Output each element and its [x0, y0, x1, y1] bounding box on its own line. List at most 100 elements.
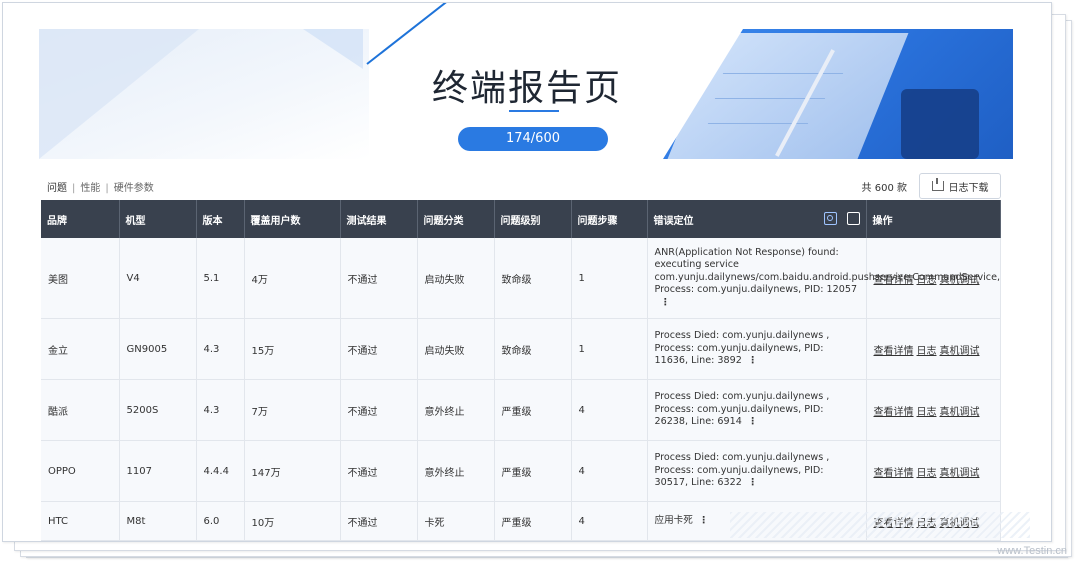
col-level: 问题级别 — [494, 200, 572, 238]
col-model: 机型 — [119, 200, 197, 238]
cell-result: 不通过 — [340, 379, 418, 441]
cell-result: 不通过 — [340, 501, 418, 541]
progress-badge: 174/600 — [458, 127, 608, 151]
cell-category: 启动失败 — [417, 318, 495, 380]
cell-step: 1 — [571, 318, 648, 380]
log-link[interactable]: 日志 — [917, 275, 937, 286]
cell-version: 4.3 — [196, 379, 245, 441]
cell-brand: OPPO — [41, 440, 120, 502]
log-link[interactable]: 日志 — [917, 468, 937, 479]
more-icon[interactable]: ⋮ — [661, 297, 671, 310]
more-icon[interactable]: ⋮ — [748, 355, 758, 368]
cell-step: 4 — [571, 379, 648, 441]
error-text: 应用卡死 — [654, 514, 693, 526]
cell-result: 不通过 — [340, 318, 418, 380]
cell-model: M8t — [119, 501, 197, 541]
cell-version: 4.3 — [196, 318, 245, 380]
cell-error: Process Died: com.yunju.dailynews , Proc… — [647, 379, 867, 441]
view-details-link[interactable]: 查看详情 — [874, 407, 914, 418]
cell-error: ANR(Application Not Response) found: exe… — [647, 238, 1000, 319]
screenshot-icon[interactable] — [823, 212, 837, 225]
col-users: 覆盖用户数 — [244, 200, 341, 238]
report-toolbar: 问题 | 性能 | 硬件参数 共 600 款 日志下载 — [39, 171, 1003, 201]
log-link[interactable]: 日志 — [917, 346, 937, 357]
cell-actions: 查看详情日志真机调试 — [866, 440, 1001, 502]
cell-version: 4.4.4 — [196, 440, 245, 502]
page-title: 终端报告页 — [431, 68, 622, 109]
cell-brand: 美图 — [41, 238, 120, 319]
real-device-debug-link[interactable]: 真机调试 — [940, 407, 980, 418]
cell-step: 4 — [571, 501, 648, 541]
cell-error: Process Died: com.yunju.dailynews , Proc… — [647, 318, 867, 380]
cell-version: 6.0 — [196, 501, 245, 541]
error-text: Process Died: com.yunju.dailynews , Proc… — [654, 330, 830, 367]
log-download-button[interactable]: 日志下载 — [919, 173, 1001, 199]
view-details-link[interactable]: 查看详情 — [874, 275, 914, 286]
error-text: Process Died: com.yunju.dailynews , Proc… — [654, 452, 830, 489]
more-icon[interactable]: ⋮ — [699, 515, 709, 528]
issue-table: 品牌 机型 版本 覆盖用户数 测试结果 问题分类 问题级别 问题步骤 错误定位 … — [41, 200, 1001, 541]
cell-brand: 金立 — [41, 318, 120, 380]
col-actions: 操作 — [866, 200, 1001, 238]
cell-step: 1 — [571, 238, 648, 319]
cell-actions: 查看详情日志真机调试 — [866, 379, 1001, 441]
tab-hardware[interactable]: 硬件参数 — [114, 183, 154, 194]
cell-actions: 查看详情日志真机调试 — [866, 238, 1001, 319]
cell-model: 1107 — [119, 440, 197, 502]
real-device-debug-link[interactable]: 真机调试 — [940, 346, 980, 357]
cell-level: 致命级 — [494, 238, 572, 319]
title-underline — [509, 110, 559, 112]
col-result: 测试结果 — [340, 200, 418, 238]
more-icon[interactable]: ⋮ — [748, 416, 758, 429]
tab-performance[interactable]: 性能 — [80, 183, 100, 194]
cell-category: 意外终止 — [417, 440, 495, 502]
log-link[interactable]: 日志 — [917, 407, 937, 418]
tab-issues[interactable]: 问题 — [47, 183, 67, 194]
error-text: Process Died: com.yunju.dailynews , Proc… — [654, 391, 830, 428]
cell-category: 卡死 — [417, 501, 495, 541]
cell-brand: HTC — [41, 501, 120, 541]
cell-users: 15万 — [244, 318, 341, 380]
col-brand: 品牌 — [41, 200, 120, 238]
header-banner: 终端报告页 174/600 — [3, 3, 1051, 161]
view-details-link[interactable]: 查看详情 — [874, 346, 914, 357]
cell-brand: 酷派 — [41, 379, 120, 441]
watermark: www.Testin.cn — [997, 545, 1067, 557]
table-row: OPPO 1107 4.4.4 147万 不通过 意外终止 严重级 4 Process Died… — [41, 440, 1001, 502]
cell-level: 严重级 — [494, 501, 572, 541]
col-step: 问题步骤 — [571, 200, 648, 238]
decorative-line — [366, 3, 455, 65]
cell-result: 不通过 — [340, 238, 418, 319]
table-row: 酷派 5200S 4.3 7万 不通过 意外终止 严重级 4 Process Died: com… — [41, 379, 1001, 441]
cell-version: 5.1 — [196, 238, 245, 319]
cell-level: 严重级 — [494, 379, 572, 441]
more-icon[interactable]: ⋮ — [748, 477, 758, 490]
cell-step: 4 — [571, 440, 648, 502]
cell-model: GN9005 — [119, 318, 197, 380]
real-device-debug-link[interactable]: 真机调试 — [940, 275, 980, 286]
document-icon[interactable] — [846, 212, 860, 225]
cell-level: 严重级 — [494, 440, 572, 502]
col-error: 错误定位 — [647, 200, 867, 238]
table-row: 美图 V4 5.1 4万 不通过 启动失败 致命级 1 ANR(Application Not … — [41, 238, 1001, 319]
cell-category: 意外终止 — [417, 379, 495, 441]
col-version: 版本 — [196, 200, 245, 238]
view-details-link[interactable]: 查看详情 — [874, 468, 914, 479]
table-row: 金立 GN9005 4.3 15万 不通过 启动失败 致命级 1 Process Died: c… — [41, 318, 1001, 380]
real-device-debug-link[interactable]: 真机调试 — [940, 468, 980, 479]
cell-result: 不通过 — [340, 440, 418, 502]
cell-actions: 查看详情日志真机调试 — [866, 318, 1001, 380]
total-count: 共 600 款 — [861, 183, 907, 194]
decorative-stripes — [730, 512, 1030, 538]
cell-users: 4万 — [244, 238, 341, 319]
table-header-row: 品牌 机型 版本 覆盖用户数 测试结果 问题分类 问题级别 问题步骤 错误定位 … — [41, 200, 1001, 238]
cell-model: 5200S — [119, 379, 197, 441]
report-tabs: 问题 | 性能 | 硬件参数 — [47, 183, 154, 194]
download-icon — [931, 178, 944, 191]
cell-model: V4 — [119, 238, 197, 319]
col-category: 问题分类 — [417, 200, 495, 238]
cell-category: 启动失败 — [417, 238, 495, 319]
cell-users: 7万 — [244, 379, 341, 441]
cell-error: Process Died: com.yunju.dailynews , Proc… — [647, 440, 867, 502]
cell-level: 致命级 — [494, 318, 572, 380]
